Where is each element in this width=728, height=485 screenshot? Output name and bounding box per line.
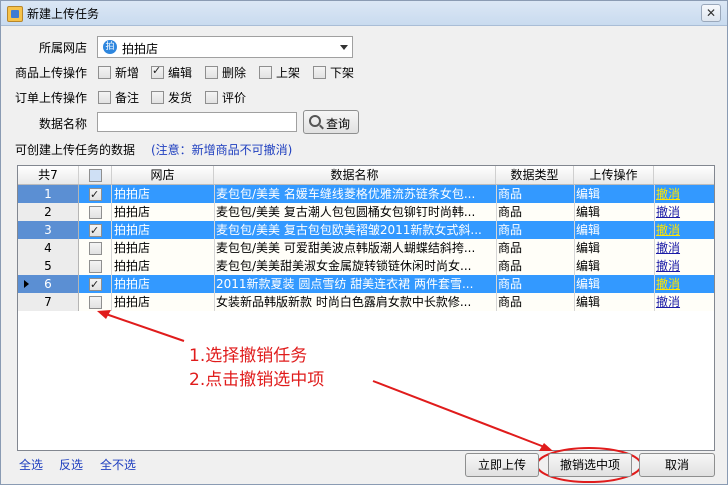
select-all-link[interactable]: 全选 [19, 456, 43, 473]
undo-selected-button[interactable]: 撤销选中项 [548, 453, 632, 477]
select-none-link[interactable]: 全不选 [100, 456, 136, 473]
annotation-overlay [97, 310, 642, 483]
arrow-to-checkbox [102, 312, 185, 342]
annotation-step2: 2.点击撤销选中项 [189, 370, 325, 390]
new-upload-task-window: 新建上传任务 ✕ 所属网店 拍 拍拍店 商品上传操作 新增 编辑 删除 上架 下… [0, 0, 728, 485]
cancel-button[interactable]: 取消 [639, 453, 715, 477]
invert-selection-link[interactable]: 反选 [59, 456, 83, 473]
arrow-head-undo [539, 443, 553, 451]
arrow-to-undo-button [372, 380, 548, 449]
annotation-step1: 1.选择撤销任务 [189, 346, 308, 366]
upload-now-button[interactable]: 立即上传 [465, 453, 539, 477]
